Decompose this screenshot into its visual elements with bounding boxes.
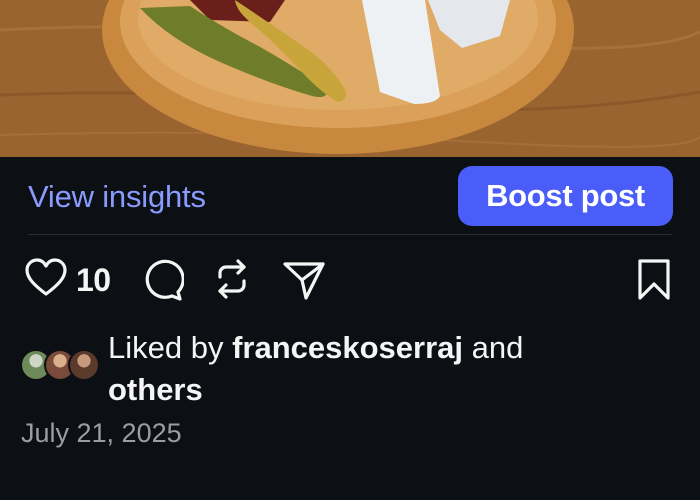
- post-photo[interactable]: [0, 0, 700, 157]
- engagement-bar: 10: [0, 250, 700, 306]
- view-insights-link[interactable]: View insights: [28, 179, 206, 215]
- divider: [28, 234, 672, 235]
- liked-by-text: Liked by franceskoserraj and others: [108, 327, 668, 411]
- liked-by-others-link[interactable]: others: [108, 372, 203, 407]
- like-count[interactable]: 10: [76, 262, 111, 299]
- boost-post-button[interactable]: Boost post: [458, 166, 673, 226]
- bookmark-outline-icon[interactable]: [636, 258, 672, 302]
- liker-avatars[interactable]: [20, 349, 102, 385]
- post-actions-bar: View insights Boost post: [0, 157, 700, 235]
- avatar[interactable]: [68, 349, 100, 381]
- repost-arrows-icon[interactable]: [212, 257, 252, 301]
- post-date: July 21, 2025: [21, 418, 182, 448]
- comment-bubble-icon[interactable]: [140, 258, 184, 302]
- liked-by-prefix: Liked by: [108, 330, 224, 365]
- heart-outline-icon[interactable]: [24, 258, 68, 298]
- paper-plane-icon[interactable]: [282, 258, 326, 302]
- liked-by-username-link[interactable]: franceskoserraj: [232, 330, 463, 365]
- liked-by-and: and: [471, 330, 524, 365]
